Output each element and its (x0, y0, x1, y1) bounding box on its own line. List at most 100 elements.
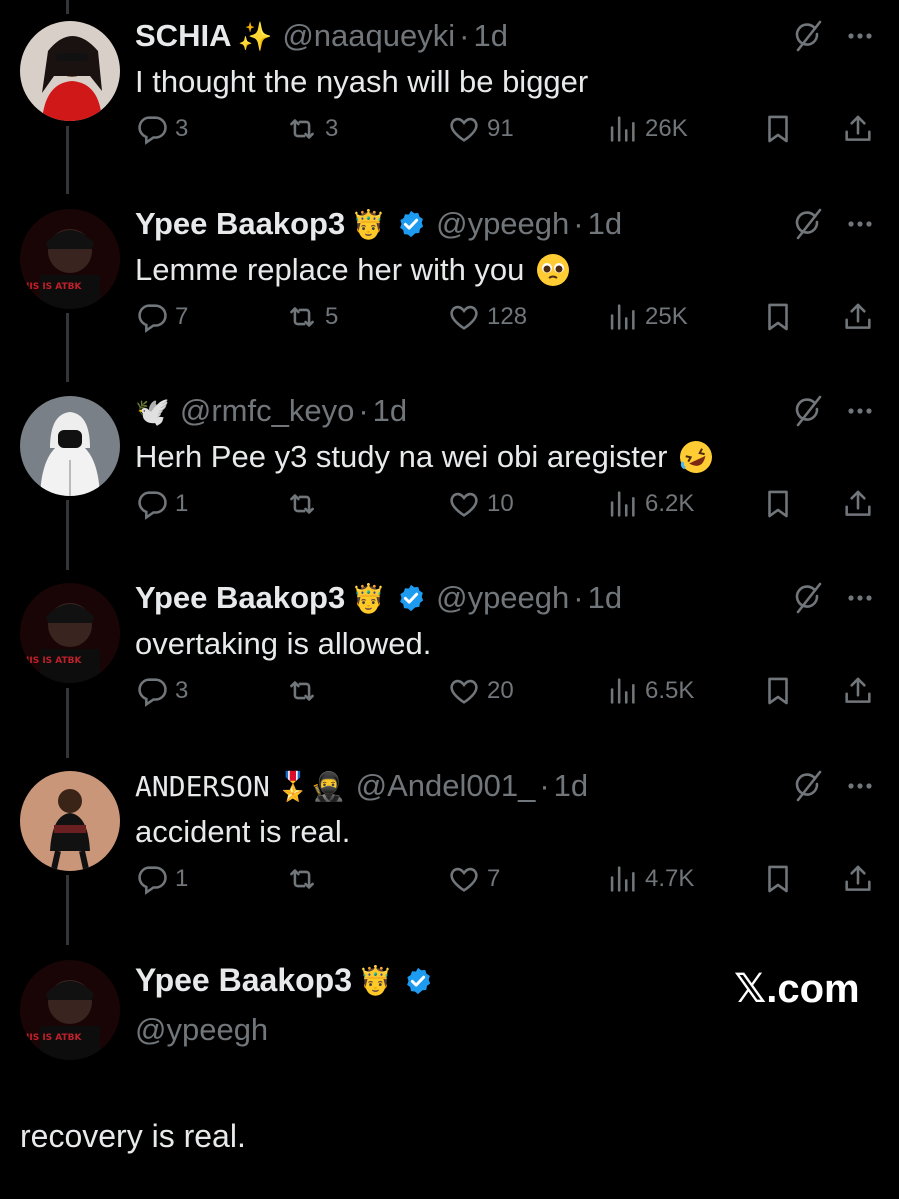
reply-tweet[interactable]: 🕊️ @rmfc_keyo · 1d Herh Pee y3 study na wei … (0, 375, 899, 563)
share-icon (845, 115, 871, 141)
share-button[interactable] (841, 666, 875, 716)
reply-icon (138, 866, 167, 895)
reply-count: 7 (175, 303, 189, 330)
more-icon[interactable] (843, 584, 877, 612)
author-handle[interactable]: @Andel001_ (356, 768, 536, 804)
avatar[interactable]: IIS IS ATBK (20, 209, 120, 309)
bookmark-button[interactable] (761, 104, 795, 154)
repost-button[interactable]: 3 (285, 104, 338, 154)
share-icon (845, 677, 871, 703)
view-count: 4.7K (645, 865, 695, 892)
share-button[interactable] (841, 104, 875, 154)
separator-dot: · (573, 206, 584, 241)
reply-tweet[interactable]: IIS IS ATBK Ypee Baakop3 🤴 @ypeegh · 1d Lemme … (0, 188, 899, 376)
reply-count: 3 (175, 677, 189, 704)
like-count: 128 (487, 303, 528, 330)
repost-button[interactable]: 5 (285, 292, 338, 342)
grok-icon[interactable] (790, 768, 826, 804)
avatar[interactable]: IIS IS ATBK (20, 583, 120, 683)
repost-icon (290, 494, 314, 514)
author-handle[interactable]: @naaqueyki (282, 18, 455, 54)
bookmark-button[interactable] (761, 479, 795, 529)
author-handle[interactable]: @ypeegh (436, 206, 569, 242)
view-count: 25K (645, 303, 688, 330)
author-emoji: 🎖️🥷 (275, 769, 346, 803)
author-name[interactable]: Ypee Baakop3 (135, 580, 345, 616)
share-button[interactable] (841, 292, 875, 342)
grok-icon[interactable] (790, 206, 826, 242)
action-bar: 3 20 6.5K (135, 666, 895, 716)
like-count: 20 (487, 677, 514, 704)
views-icon (610, 491, 635, 517)
avatar[interactable] (20, 771, 120, 871)
timestamp[interactable]: 1d (588, 580, 622, 616)
author-name[interactable]: Ypee Baakop3 (135, 206, 345, 242)
more-icon[interactable] (843, 210, 877, 238)
grok-icon[interactable] (790, 580, 826, 616)
repost-count: 5 (325, 303, 339, 330)
more-icon[interactable] (843, 772, 877, 800)
views-button[interactable]: 6.2K (605, 479, 694, 529)
reply-tweet[interactable]: ANDERSON 🎖️🥷 @Andel001_ · 1d accident is real… (0, 750, 899, 938)
reply-button[interactable]: 3 (135, 104, 188, 154)
grok-icon[interactable] (790, 393, 826, 429)
like-button[interactable]: 20 (447, 666, 514, 716)
tweet-text: accident is real. (135, 814, 350, 850)
repost-icon (290, 307, 314, 327)
bookmark-icon (768, 115, 788, 143)
views-button[interactable]: 26K (605, 104, 688, 154)
bookmark-button[interactable] (761, 666, 795, 716)
avatar[interactable] (20, 396, 120, 496)
reply-button[interactable]: 1 (135, 854, 188, 904)
reply-button[interactable]: 1 (135, 479, 188, 529)
views-icon (610, 678, 635, 704)
avatar[interactable] (20, 21, 120, 121)
more-icon[interactable] (843, 22, 877, 50)
like-count: 91 (487, 115, 514, 142)
author-emoji: ✨ (237, 19, 273, 53)
reply-button[interactable]: 7 (135, 292, 188, 342)
author-handle[interactable]: @ypeegh (436, 580, 569, 616)
timestamp[interactable]: 1d (373, 393, 407, 429)
share-button[interactable] (841, 854, 875, 904)
reply-tweet[interactable]: IIS IS ATBK Ypee Baakop3 🤴 @ypeegh · 1d overta… (0, 562, 899, 750)
repost-icon (290, 681, 314, 701)
author-name[interactable]: Ypee Baakop3 (135, 962, 352, 999)
repost-button[interactable] (285, 854, 325, 904)
author-name[interactable]: ANDERSON (135, 770, 270, 803)
reply-count: 3 (175, 115, 189, 142)
like-button[interactable]: 128 (447, 292, 527, 342)
like-button[interactable]: 10 (447, 479, 514, 529)
timestamp[interactable]: 1d (588, 206, 622, 242)
repost-button[interactable] (285, 479, 325, 529)
reply-count: 1 (175, 865, 189, 892)
share-button[interactable] (841, 479, 875, 529)
more-icon[interactable] (843, 397, 877, 425)
bookmark-icon (768, 490, 788, 518)
tweet-header: ANDERSON 🎖️🥷 @Andel001_ · 1d (135, 766, 588, 806)
views-button[interactable]: 25K (605, 292, 688, 342)
repost-icon (290, 119, 314, 139)
bookmark-button[interactable] (761, 854, 795, 904)
like-icon (450, 492, 478, 517)
views-button[interactable]: 6.5K (605, 666, 694, 716)
author-handle[interactable]: @ypeegh (135, 1012, 268, 1048)
timestamp[interactable]: 1d (473, 18, 507, 54)
reply-button[interactable]: 3 (135, 666, 188, 716)
author-handle[interactable]: @rmfc_keyo (180, 393, 354, 429)
tweet-header: 🕊️ @rmfc_keyo · 1d (135, 391, 407, 431)
views-button[interactable]: 4.7K (605, 854, 694, 904)
reply-tweet[interactable]: SCHIA ✨ @naaqueyki · 1d I thought the nyash w… (0, 0, 899, 188)
grok-icon[interactable] (790, 18, 826, 54)
repost-button[interactable] (285, 666, 325, 716)
separator-dot: · (459, 18, 470, 53)
tweet-header: SCHIA ✨ @naaqueyki · 1d (135, 16, 508, 56)
like-button[interactable]: 7 (447, 854, 500, 904)
svg-text:IIS IS ATBK: IIS IS ATBK (26, 282, 83, 292)
like-button[interactable]: 91 (447, 104, 514, 154)
bookmark-button[interactable] (761, 292, 795, 342)
author-name-row: Ypee Baakop3 🤴 (135, 962, 443, 999)
avatar[interactable]: IIS IS ATBK (20, 960, 120, 1060)
timestamp[interactable]: 1d (554, 768, 588, 804)
author-name[interactable]: SCHIA (135, 18, 231, 54)
